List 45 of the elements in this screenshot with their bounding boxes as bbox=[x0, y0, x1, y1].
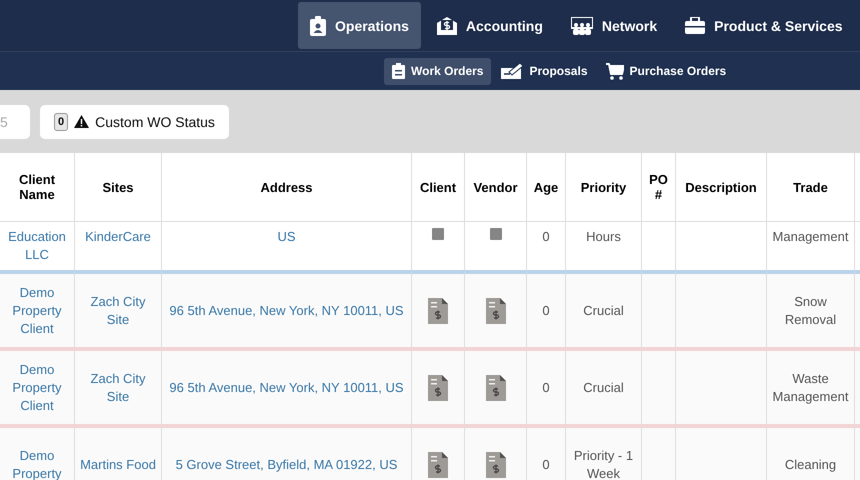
invoice-icon[interactable] bbox=[428, 374, 448, 400]
table-cell[interactable]: Zach City Site bbox=[75, 347, 162, 424]
count-badge: 0 bbox=[54, 112, 68, 130]
table-cell[interactable]: Demo Property Client bbox=[0, 347, 75, 424]
square-icon bbox=[432, 228, 444, 240]
table-cell: Crucial bbox=[566, 270, 642, 347]
table-cell: Waste Management bbox=[767, 347, 855, 424]
invoice-icon[interactable] bbox=[486, 298, 506, 324]
table-cell bbox=[642, 424, 676, 480]
table-cell[interactable]: Demo Property bbox=[0, 424, 75, 480]
sub-nav-tab[interactable]: Purchase Orders bbox=[598, 58, 734, 84]
money-envelope-icon bbox=[436, 16, 457, 34]
presentation-people-icon bbox=[570, 16, 593, 34]
table-cell: Cleaning bbox=[767, 424, 855, 480]
table-cell: 0 bbox=[527, 270, 566, 347]
cart-icon bbox=[606, 62, 624, 80]
nav-tab[interactable]: Product & Services bbox=[673, 2, 855, 49]
table-cell[interactable]: 5 Grove Street, Byfield, MA 01922, US bbox=[162, 424, 412, 480]
nav-tab[interactable]: Operations bbox=[298, 2, 421, 49]
square-icon bbox=[490, 228, 502, 240]
table-cell: Priority - 1 Week bbox=[566, 424, 642, 480]
sub-nav-tab[interactable]: Proposals bbox=[493, 58, 596, 84]
table-cell: Snow Removal bbox=[767, 270, 855, 347]
briefcase-icon bbox=[685, 17, 706, 34]
table-cell: 0 bbox=[527, 424, 566, 480]
table-cell[interactable]: Demo Property Client bbox=[0, 270, 75, 347]
invoice-icon[interactable] bbox=[486, 374, 506, 400]
sub-nav-tab[interactable]: Work Orders bbox=[384, 58, 492, 84]
id-badge-icon bbox=[310, 16, 326, 36]
clipboard-list-icon bbox=[392, 63, 405, 79]
status-filter-button[interactable]: 0 Custom WO Status bbox=[40, 104, 229, 138]
table-cell[interactable]: Martins Food bbox=[75, 424, 162, 480]
nav-tab[interactable]: Network bbox=[558, 2, 670, 49]
invoice-icon[interactable] bbox=[428, 298, 448, 324]
check-pen-icon bbox=[501, 63, 524, 79]
invoice-icon[interactable] bbox=[428, 452, 448, 478]
warning-icon bbox=[74, 115, 90, 128]
nav-tab[interactable]: Accounting bbox=[424, 2, 555, 49]
table-cell[interactable]: Zach City Site bbox=[75, 270, 162, 347]
table-cell: Crucial bbox=[566, 347, 642, 424]
status-label: Custom WO Status bbox=[95, 114, 215, 130]
table-cell: 0 bbox=[527, 347, 566, 424]
table-cell[interactable]: 96 5th Avenue, New York, NY 10011, US bbox=[162, 270, 412, 347]
table-cell[interactable]: 96 5th Avenue, New York, NY 10011, US bbox=[162, 347, 412, 424]
invoice-icon[interactable] bbox=[486, 452, 506, 478]
